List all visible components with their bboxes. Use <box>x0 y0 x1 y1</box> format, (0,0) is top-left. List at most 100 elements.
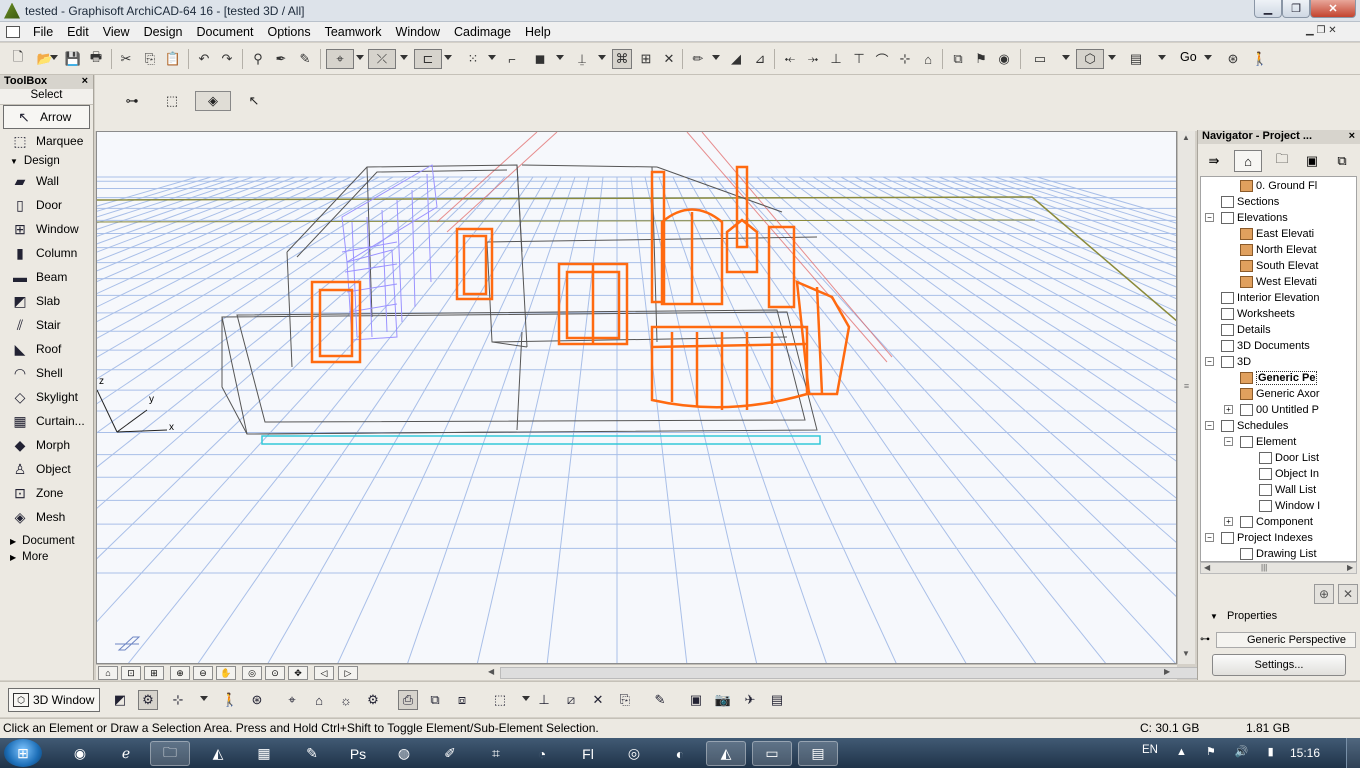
scroll-thumb[interactable]: ≡ <box>1180 381 1193 411</box>
view-3d-icon[interactable]: ⌂ <box>98 666 118 680</box>
fillet-icon[interactable]: ⌒ <box>872 49 892 69</box>
zoom-out-icon[interactable]: ⊖ <box>193 666 213 680</box>
chrome-icon[interactable]: ◎ <box>614 741 654 766</box>
orbit-mode-icon[interactable]: ⊛ <box>247 690 267 710</box>
undo-icon[interactable]: ↶ <box>194 49 214 69</box>
tree-item[interactable]: Door List <box>1259 450 1319 466</box>
home-view-icon[interactable]: ⌂ <box>309 690 329 710</box>
tree-item[interactable]: + Component <box>1224 514 1313 530</box>
tree-item[interactable]: +00 Untitled P <box>1224 402 1319 418</box>
redo-icon[interactable]: ↷ <box>217 49 237 69</box>
pan-icon[interactable]: ✋ <box>216 666 236 680</box>
3d-cutaway-icon[interactable]: ⧈ <box>452 690 472 710</box>
tool-door[interactable]: ▯ Door <box>0 193 93 217</box>
scroll-down-icon[interactable]: ▼ <box>1182 649 1190 658</box>
browser-globe-icon[interactable]: ◍ <box>384 741 424 766</box>
3d-window-button[interactable]: ⬡ 3D Window <box>8 688 100 712</box>
offset-icon[interactable]: ⊹ <box>895 49 915 69</box>
navigator-menu-icon[interactable]: ⇛ <box>1200 150 1228 172</box>
menu-cadimage[interactable]: Cadimage <box>447 25 518 39</box>
measure-dropdown-icon[interactable] <box>712 55 720 60</box>
style-icon[interactable]: ⧉ <box>425 690 445 710</box>
wall-end-icon[interactable]: ⚑ <box>971 49 991 69</box>
excel-icon[interactable]: ▦ <box>244 741 284 766</box>
syringe-icon[interactable]: ✎ <box>295 49 315 69</box>
paint-tool-icon[interactable]: ✐ <box>430 741 470 766</box>
3d-dropdown-icon[interactable] <box>1108 55 1116 60</box>
pointer-icon[interactable]: ↖ <box>239 91 269 111</box>
tool-object[interactable]: ♙ Object <box>0 457 93 481</box>
lock-dropdown-icon[interactable] <box>598 55 606 60</box>
navigate-icon[interactable]: ✥ <box>288 666 308 680</box>
intersect-icon[interactable]: ⊤ <box>849 49 869 69</box>
delete-view-icon[interactable]: ✕ <box>1338 584 1358 604</box>
marquee-3d-icon[interactable]: ⬚ <box>490 690 510 710</box>
design-section-header[interactable]: ▼ Design <box>0 153 93 169</box>
chat-icon[interactable]: ◔ <box>522 741 562 766</box>
collapse-icon[interactable]: − <box>1205 357 1214 366</box>
layout-book-icon[interactable]: ▣ <box>1298 150 1326 172</box>
system-tray-icons[interactable]: ▲ ⚑ 🔊 ▮ <box>1176 745 1282 758</box>
trim-icon[interactable]: ⤝ <box>780 49 800 69</box>
selection-method-icon[interactable]: ⊶ <box>117 91 147 111</box>
group-icon[interactable]: ◼ <box>530 49 550 69</box>
start-button[interactable]: ⊞ <box>4 739 42 767</box>
orbit-icon[interactable]: ◎ <box>242 666 262 680</box>
camera-settings-icon[interactable]: ⚙ <box>363 690 383 710</box>
tree-item[interactable]: − 3D <box>1205 354 1251 370</box>
show-desktop-button[interactable] <box>1346 738 1360 768</box>
new-view-icon[interactable]: ⊕ <box>1314 584 1334 604</box>
projection-dropdown-icon[interactable] <box>200 696 208 701</box>
elevation-marker-icon[interactable]: ⊿ <box>750 49 770 69</box>
language-indicator[interactable]: EN <box>1142 744 1158 756</box>
measure-icon[interactable]: ✏ <box>688 49 708 69</box>
3d-model-canvas[interactable]: z y x <box>97 132 1177 664</box>
movie-icon[interactable]: ▤ <box>767 690 787 710</box>
grid-dropdown-icon[interactable] <box>488 55 496 60</box>
archicad-task-icon[interactable]: ◭ <box>706 741 746 766</box>
copy-icon[interactable]: ⎘ <box>140 49 160 69</box>
tool-beam[interactable]: ▬ Beam <box>0 265 93 289</box>
cut-icon[interactable]: ✂ <box>116 49 136 69</box>
collapse-icon[interactable]: − <box>1205 421 1214 430</box>
eyedropper-icon[interactable]: ✒ <box>271 49 291 69</box>
marquee-method-icon[interactable]: ⬚ <box>157 91 187 111</box>
eraser-icon[interactable]: ◈ <box>195 91 231 111</box>
maximize-button[interactable]: ❐ <box>1282 0 1310 18</box>
tree-item[interactable]: 3D Documents <box>1221 338 1310 354</box>
zoom-window-icon[interactable]: ⊡ <box>121 666 141 680</box>
tool-skylight[interactable]: ◇ Skylight <box>0 385 93 409</box>
zoom-in-icon[interactable]: ⊕ <box>170 666 190 680</box>
explorer-icon[interactable]: 🗀 <box>150 741 190 766</box>
axonometry-icon[interactable]: ⊹ <box>168 690 188 710</box>
camera-icon[interactable]: 📷 <box>713 690 733 710</box>
menu-view[interactable]: View <box>96 25 137 39</box>
notepad-icon[interactable]: ▤ <box>798 741 838 766</box>
tool-mesh[interactable]: ◈ Mesh <box>0 505 93 529</box>
trace-dropdown-icon[interactable] <box>444 55 452 60</box>
navigator-globe-icon[interactable]: ⊛ <box>1223 49 1243 69</box>
tree-item[interactable]: Sections <box>1221 194 1279 210</box>
tree-item[interactable]: − Element <box>1224 434 1296 450</box>
section-icon[interactable]: ⊥ <box>534 690 554 710</box>
lock-icon[interactable]: ⍊ <box>572 49 592 69</box>
toolbox-close-icon[interactable]: × <box>82 75 88 87</box>
scroll-right-icon[interactable]: ▶ <box>1164 667 1170 676</box>
walk-icon[interactable]: 🚶 <box>1250 49 1270 69</box>
explode-icon[interactable]: ✕ <box>659 49 679 69</box>
clock[interactable]: 15:16 <box>1290 746 1320 760</box>
zone-stamp-icon[interactable]: ⊞ <box>636 49 656 69</box>
fit-in-window-icon[interactable]: ⊞ <box>144 666 164 680</box>
menu-document[interactable]: Document <box>190 25 261 39</box>
tool-stair[interactable]: ⫽ Stair <box>0 313 93 337</box>
tool-arrow[interactable]: ↖ Arrow <box>3 105 90 129</box>
tool-slab[interactable]: ◩ Slab <box>0 289 93 313</box>
walk-mode-icon[interactable]: 🚶 <box>220 690 240 710</box>
tree-item[interactable]: Generic Pe <box>1240 370 1318 386</box>
navigator-horizontal-scrollbar[interactable]: ◀ ||| ▶ <box>1200 562 1357 574</box>
more-section-header[interactable]: ▶ More <box>0 549 93 565</box>
cutting-planes-icon[interactable]: ⌖ <box>282 690 302 710</box>
photoshop-icon[interactable]: Ps <box>338 741 378 766</box>
navigator-close-icon[interactable]: × <box>1349 130 1355 142</box>
tree-item[interactable]: − Elevations <box>1205 210 1288 226</box>
